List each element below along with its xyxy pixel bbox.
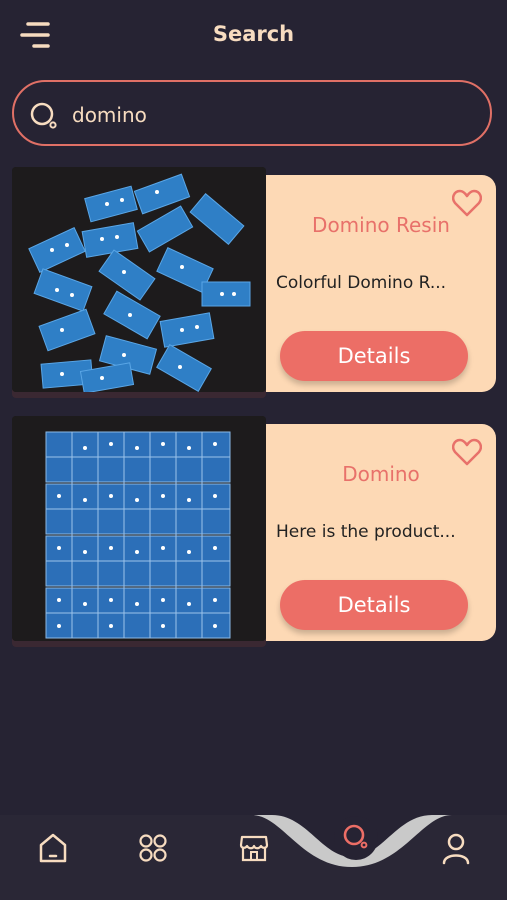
product-image[interactable] <box>12 167 266 392</box>
header: Search <box>0 0 507 72</box>
search-bar[interactable] <box>12 80 492 146</box>
result-card: Domino Resin Colorful Domino R... Detail… <box>12 167 496 392</box>
page-title: Search <box>212 22 295 46</box>
product-title: Domino Resin <box>312 213 450 237</box>
home-icon[interactable] <box>37 831 69 865</box>
product-title: Domino <box>342 462 420 486</box>
product-image[interactable] <box>12 416 266 641</box>
product-description: Here is the product... <box>276 522 456 542</box>
card-info: Domino Here is the product... Details <box>266 424 496 641</box>
bottom-navigation <box>0 815 507 900</box>
card-info: Domino Resin Colorful Domino R... Detail… <box>266 175 496 392</box>
details-button[interactable]: Details <box>280 580 468 630</box>
result-card: Domino Here is the product... Details <box>12 416 496 641</box>
search-icon <box>30 102 57 129</box>
store-icon[interactable] <box>238 831 270 865</box>
product-description: Colorful Domino R... <box>276 273 447 293</box>
search-input[interactable] <box>70 97 474 133</box>
grid-icon[interactable] <box>137 831 169 865</box>
search-icon[interactable] <box>333 815 379 861</box>
details-button[interactable]: Details <box>280 331 468 381</box>
user-icon[interactable] <box>440 831 472 865</box>
